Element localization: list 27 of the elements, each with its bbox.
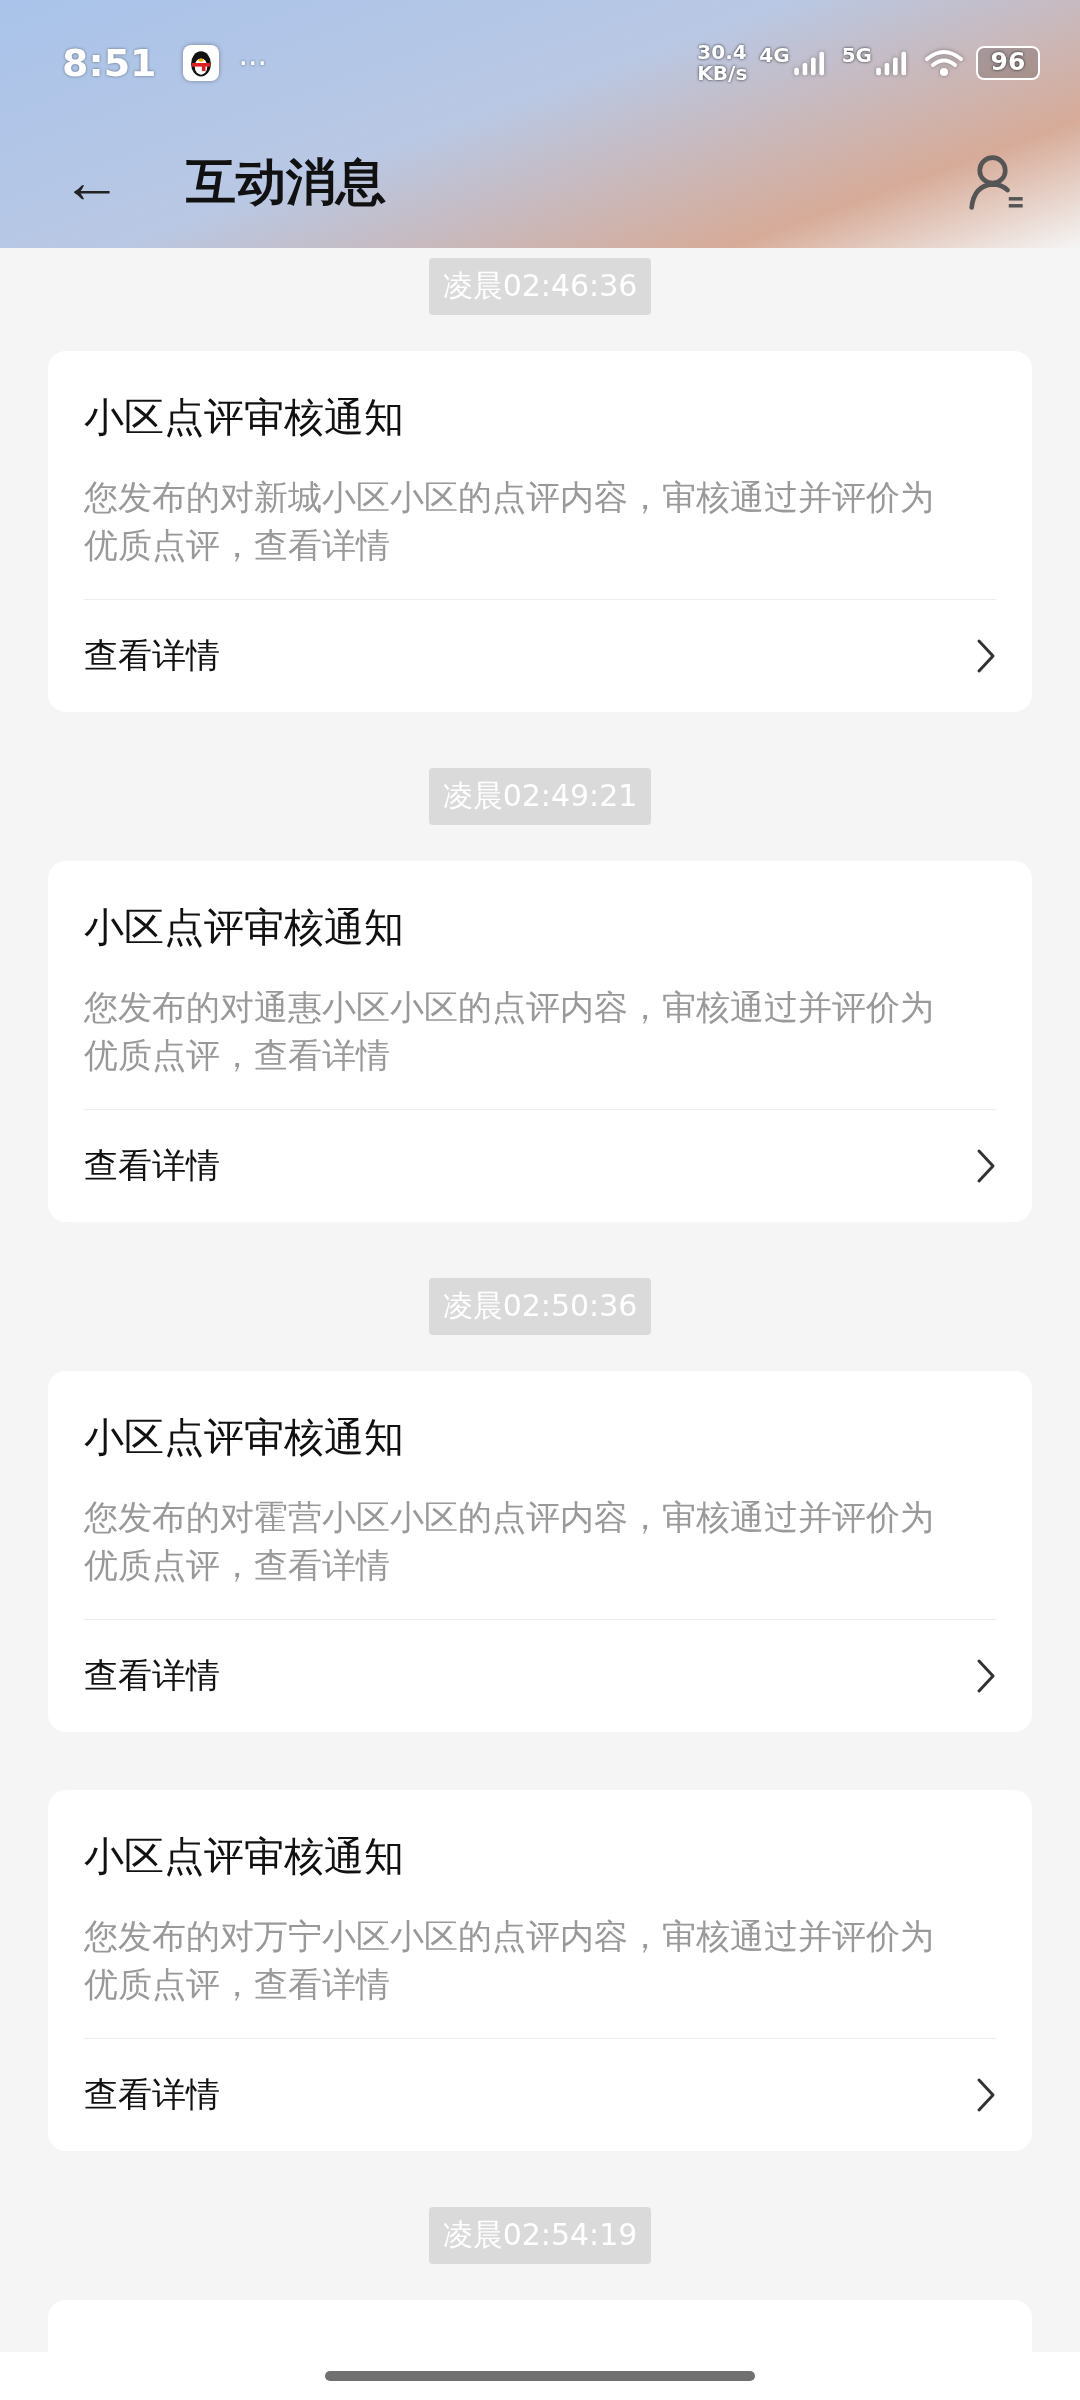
network-speed: 30.4 KB/s (697, 42, 748, 84)
status-time: 8:51 (62, 41, 157, 85)
view-details-link[interactable]: 查看详情 (84, 2039, 996, 2151)
view-details-link[interactable]: 查看详情 (84, 1620, 996, 1732)
view-details-link[interactable]: 查看详情 (84, 1110, 996, 1222)
page-title: 互动消息 (186, 151, 386, 213)
card-body: 您发布的对霍营小区小区的点评内容，审核通过并评价为优质点评，查看详情 (84, 1493, 996, 1620)
chevron-icon (976, 1148, 996, 1184)
view-details-link[interactable]: 查看详情 (84, 600, 996, 712)
wifi-icon (924, 48, 964, 78)
card-title: 小区点评审核通知 (84, 393, 405, 442)
card-body: 您发布的对通惠小区小区的点评内容，审核通过并评价为优质点评，查看详情 (84, 983, 996, 1110)
penguin-app-icon (182, 45, 219, 81)
card-body: 您发布的对新城小区小区的点评内容，审核通过并评价为优质点评，查看详情 (84, 473, 996, 600)
card-body: 您发布的对万宁小区小区的点评内容，审核通过并评价为优质点评，查看详情 (84, 1912, 996, 2039)
network-type: 4G (759, 43, 790, 67)
chevron-icon (976, 1658, 996, 1694)
more-notifications: ··· (238, 45, 268, 81)
chevron-icon (976, 638, 996, 674)
card-title: 小区点评审核通知 (84, 903, 405, 952)
card-title: 小区点评审核通知 (84, 1413, 405, 1462)
back-button[interactable]: ← (56, 152, 128, 212)
person-icon[interactable] (967, 153, 1025, 211)
battery-level: 96 (976, 46, 1040, 80)
chevron-icon (976, 2077, 996, 2113)
network-type: 5G (841, 43, 872, 67)
card-title: 小区点评审核通知 (84, 1832, 405, 1881)
